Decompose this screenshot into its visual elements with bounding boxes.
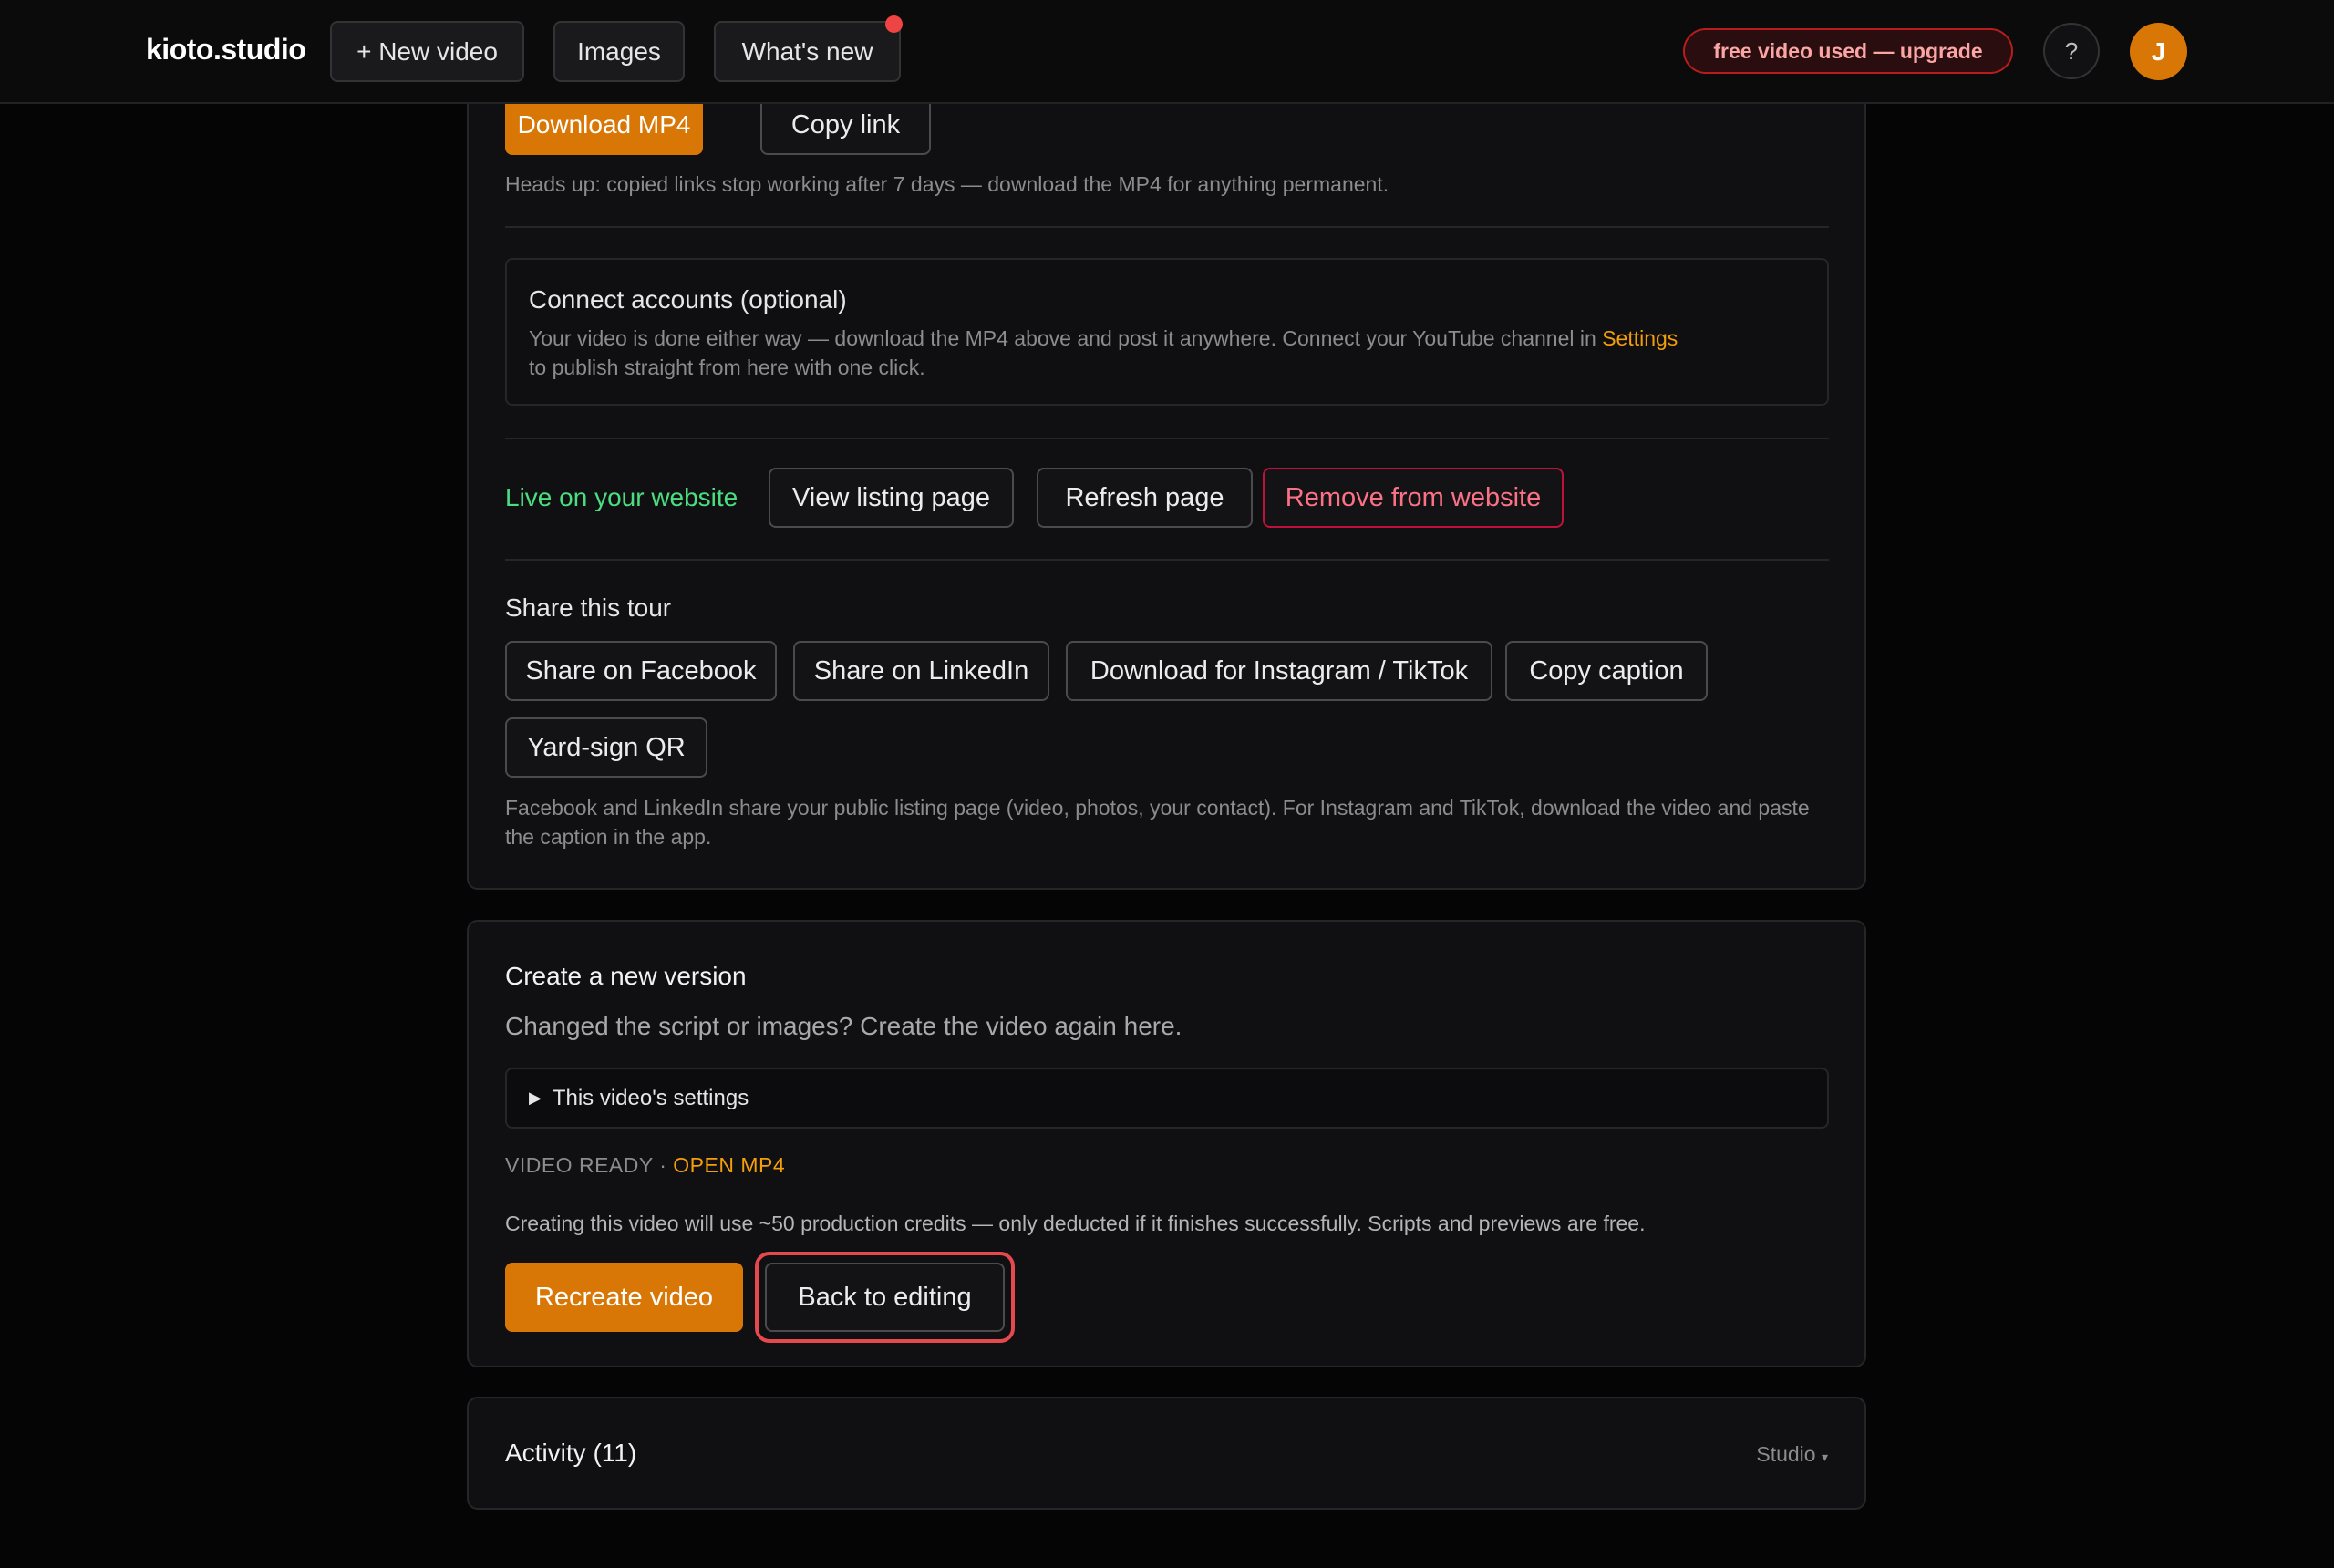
create-new-version-card: Create a new version Changed the script … (467, 920, 1866, 1367)
new-version-subtitle: Changed the script or images? Create the… (505, 1012, 1182, 1040)
share-facebook-button[interactable]: Share on Facebook (505, 641, 777, 701)
divider (505, 226, 1829, 228)
live-status-label: Live on your website (505, 483, 738, 511)
divider (505, 559, 1829, 561)
video-settings-toggle[interactable]: ▶ This video's settings (505, 1068, 1829, 1129)
activity-filter-label: Studio (1756, 1442, 1816, 1466)
whats-new-label: What's new (741, 36, 873, 66)
settings-link[interactable]: Settings (1602, 326, 1678, 350)
connect-accounts-text: Your video is done either way — download… (529, 324, 1805, 382)
activity-title: Activity (11) (505, 1439, 637, 1467)
share-linkedin-button[interactable]: Share on LinkedIn (793, 641, 1049, 701)
video-status-line: VIDEO READY · OPEN MP4 (505, 1153, 785, 1178)
chevron-down-icon: ▾ (1821, 1449, 1828, 1464)
caret-right-icon: ▶ (529, 1088, 542, 1107)
divider (505, 438, 1829, 439)
export-share-card: Download MP4 Copy link Heads up: copied … (467, 55, 1866, 890)
activity-card[interactable]: Activity (11) Studio ▾ (467, 1397, 1866, 1510)
video-ready-label: VIDEO READY (505, 1153, 654, 1177)
download-instagram-tiktok-button[interactable]: Download for Instagram / TikTok (1066, 641, 1492, 701)
brand-logo[interactable]: kioto.studio (146, 33, 306, 67)
recreate-video-button[interactable]: Recreate video (505, 1263, 743, 1332)
copy-caption-button[interactable]: Copy caption (1505, 641, 1708, 701)
remove-from-website-button[interactable]: Remove from website (1263, 468, 1564, 528)
connect-accounts-box: Connect accounts (optional) Your video i… (505, 258, 1829, 406)
top-navigation-bar: kioto.studio + New video Images What's n… (0, 0, 2334, 104)
view-listing-button[interactable]: View listing page (769, 468, 1014, 528)
upgrade-badge[interactable]: free video used — upgrade (1683, 28, 2013, 74)
whats-new-button[interactable]: What's new (714, 15, 903, 82)
refresh-page-button[interactable]: Refresh page (1037, 468, 1253, 528)
back-to-editing-button[interactable]: Back to editing (765, 1263, 1005, 1332)
credits-note: Creating this video will use ~50 product… (505, 1212, 1646, 1235)
images-button[interactable]: Images (553, 21, 685, 82)
new-video-button[interactable]: + New video (330, 21, 524, 82)
link-expiry-note: Heads up: copied links stop working afte… (505, 172, 1389, 196)
open-mp4-link[interactable]: OPEN MP4 (673, 1153, 785, 1177)
status-separator: · (659, 1153, 667, 1177)
yard-sign-qr-button[interactable]: Yard-sign QR (505, 717, 707, 778)
new-version-title: Create a new version (505, 962, 747, 990)
connect-text-tail: to publish straight from here with one c… (529, 356, 925, 379)
connect-text-lead: Your video is done either way — download… (529, 326, 1603, 350)
notification-dot (885, 15, 903, 33)
share-section-title: Share this tour (505, 593, 672, 622)
user-avatar[interactable]: J (2130, 23, 2187, 80)
video-settings-label: This video's settings (552, 1085, 749, 1110)
activity-filter-dropdown[interactable]: Studio ▾ (1756, 1442, 1828, 1467)
share-note: Facebook and LinkedIn share your public … (505, 796, 1810, 849)
help-button[interactable]: ? (2043, 23, 2100, 79)
connect-accounts-title: Connect accounts (optional) (529, 285, 847, 314)
